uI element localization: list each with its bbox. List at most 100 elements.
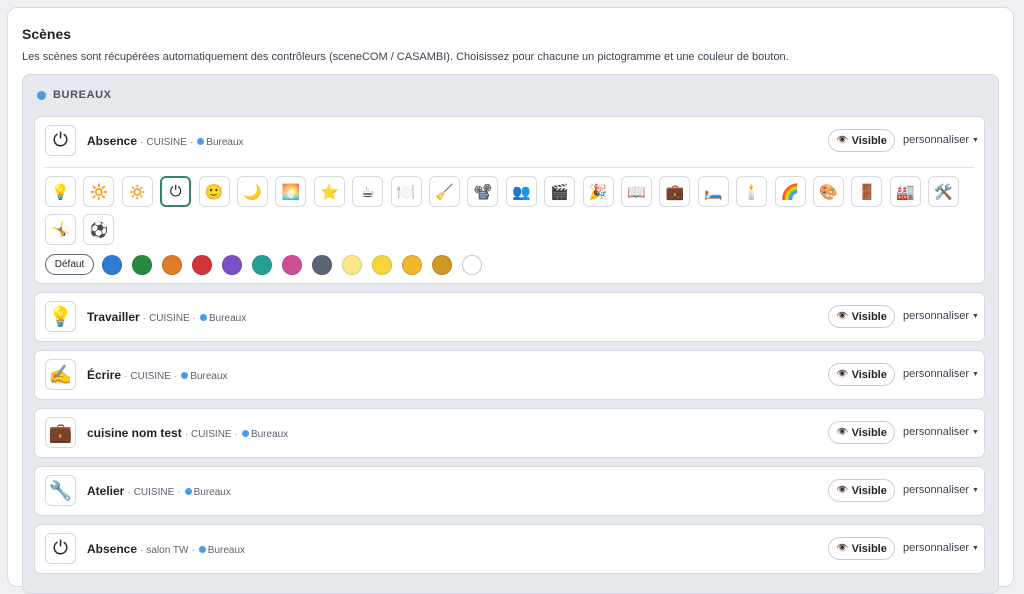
color-swatch-gold[interactable] xyxy=(432,255,452,275)
rainbow-icon[interactable]: 🌈 xyxy=(774,176,806,207)
visible-toggle-button[interactable]: 👁️ Visible xyxy=(828,421,895,444)
scene-info: cuisine nom test · CUISINE · Bureaux xyxy=(87,426,288,440)
scene-room: CUISINE xyxy=(149,313,190,324)
power-icon[interactable]: ⏻ xyxy=(160,176,192,207)
separator: · xyxy=(234,429,238,440)
visible-label: Visible xyxy=(851,310,887,323)
customize-dropdown[interactable]: personnaliser ▼ xyxy=(903,484,979,496)
visible-toggle-button[interactable]: 👁️ Visible xyxy=(828,129,895,152)
door-icon[interactable]: 🚪 xyxy=(851,176,883,207)
people-icon[interactable]: 👥 xyxy=(505,176,537,207)
sun-icon[interactable]: 🔆 xyxy=(83,176,115,207)
color-swatch-pale-yellow[interactable] xyxy=(342,255,362,275)
customize-dropdown[interactable]: personnaliser ▼ xyxy=(903,368,979,380)
eye-icon: 👁️ xyxy=(836,135,849,146)
color-swatch-yellow[interactable] xyxy=(372,255,392,275)
briefcase-icon[interactable]: 💼 xyxy=(45,417,76,448)
briefcase-icon[interactable]: 💼 xyxy=(659,176,691,207)
visible-label: Visible xyxy=(851,426,887,439)
wrench-icon[interactable]: 🔧 xyxy=(45,475,76,506)
visible-toggle-button[interactable]: 👁️ Visible xyxy=(828,363,895,386)
moon-icon[interactable]: 🌙 xyxy=(237,176,268,207)
chevron-down-icon: ▼ xyxy=(972,137,979,144)
projector-icon[interactable]: 📽️ xyxy=(467,176,499,207)
separator: · xyxy=(177,487,181,498)
customize-dropdown[interactable]: personnaliser ▼ xyxy=(903,310,979,322)
scene-name: Absence xyxy=(87,134,138,148)
broom-icon[interactable]: 🧹 xyxy=(429,176,460,207)
power-icon[interactable]: ⏻ xyxy=(45,533,76,564)
scene-location: Bureaux xyxy=(190,371,228,382)
customize-dropdown[interactable]: personnaliser ▼ xyxy=(903,134,979,146)
color-swatch-red[interactable] xyxy=(192,255,212,275)
location-dot xyxy=(198,546,206,553)
scene-location: Bureaux xyxy=(207,545,246,556)
color-swatch-amber[interactable] xyxy=(402,255,422,275)
scene-location: Bureaux xyxy=(206,137,244,148)
tools-icon[interactable]: 🛠️ xyxy=(928,176,960,207)
scene-name: Écrire xyxy=(87,368,122,382)
color-swatch-slate[interactable] xyxy=(312,255,332,275)
lightbulb-icon[interactable]: 💡 xyxy=(45,301,76,332)
customize-dropdown[interactable]: personnaliser ▼ xyxy=(903,542,979,554)
smiley-icon[interactable]: 🙂 xyxy=(198,176,230,207)
location-dot xyxy=(197,138,205,145)
scene-row[interactable]: 💡 Travailler · CUISINE · Bureaux 👁️ Visible pers… xyxy=(35,293,984,341)
color-swatch-white[interactable] xyxy=(462,255,482,275)
plate-icon[interactable]: 🍽️ xyxy=(390,176,422,207)
dancer-icon[interactable]: 🤸 xyxy=(45,214,76,245)
separator: · xyxy=(140,137,144,148)
scene-info: Absence · salon TW · Bureaux xyxy=(87,542,245,556)
coffee-icon[interactable]: ☕ xyxy=(352,176,384,207)
separator: · xyxy=(189,137,194,148)
group-bureaux: BUREAUX ⏻ Absence · CUISINE · Bureaux 👁️ Visibl… xyxy=(22,74,999,594)
dim-sun-icon[interactable]: 🔅 xyxy=(121,176,153,207)
visible-toggle-button[interactable]: 👁️ Visible xyxy=(828,305,895,328)
visible-toggle-button[interactable]: 👁️ Visible xyxy=(828,537,895,560)
color-swatch-teal[interactable] xyxy=(252,255,272,275)
color-swatch-blue[interactable] xyxy=(102,255,122,275)
customize-dropdown[interactable]: personnaliser ▼ xyxy=(903,426,979,438)
candle-icon[interactable]: 🕯️ xyxy=(736,176,768,207)
color-swatch-green[interactable] xyxy=(132,255,152,275)
location-dot xyxy=(184,488,192,495)
scene-row[interactable]: ⏻ Absence · salon TW · Bureaux 👁️ Visible person… xyxy=(35,525,984,573)
visible-toggle-button[interactable]: 👁️ Visible xyxy=(828,479,895,502)
scene-location: Bureaux xyxy=(193,487,231,498)
book-icon[interactable]: 📖 xyxy=(621,176,652,207)
color-swatch-pink[interactable] xyxy=(282,255,302,275)
bed-icon[interactable]: 🛏️ xyxy=(697,176,729,207)
separator: · xyxy=(192,313,196,324)
eye-icon: 👁️ xyxy=(836,311,849,322)
scene-room: CUISINE xyxy=(133,487,175,498)
color-swatch-purple[interactable] xyxy=(222,255,242,275)
factory-icon[interactable]: 🏭 xyxy=(889,176,921,207)
palette-icon[interactable]: 🎨 xyxy=(813,176,844,207)
scene-info: Écrire · CUISINE · Bureaux xyxy=(87,368,228,382)
customize-label: personnaliser xyxy=(903,134,970,146)
scene-row[interactable]: ⏻ Absence · CUISINE · Bureaux 👁️ Visible personn… xyxy=(35,117,984,165)
scene-row[interactable]: 💼 cuisine nom test · CUISINE · Bureaux 👁️ Visib… xyxy=(35,409,984,457)
page-description: Les scènes sont récupérées automatiqueme… xyxy=(22,51,789,63)
writing-hand-icon[interactable]: ✍️ xyxy=(45,359,76,390)
visible-label: Visible xyxy=(851,134,887,147)
power-icon[interactable]: ⏻ xyxy=(45,125,76,156)
eye-icon: 👁️ xyxy=(836,485,849,496)
scene-row[interactable]: ✍️ Écrire · CUISINE · Bureaux 👁️ Visible personn… xyxy=(35,351,984,399)
scene-room: salon TW xyxy=(146,545,189,556)
clapper-icon[interactable]: 🎬 xyxy=(544,176,576,207)
scene-row[interactable]: 🔧 Atelier · CUISINE · Bureaux 👁️ Visible personn… xyxy=(35,467,984,515)
party-icon[interactable]: 🎉 xyxy=(582,176,614,207)
scene-name: cuisine nom test xyxy=(87,426,182,440)
separator: · xyxy=(127,487,131,498)
location-dot xyxy=(241,430,249,437)
scene-name: Travailler xyxy=(87,310,140,324)
soccer-ball-icon[interactable]: ⚽ xyxy=(83,214,115,245)
lightbulb-icon[interactable]: 💡 xyxy=(45,176,76,207)
separator: · xyxy=(184,429,189,440)
default-color-button[interactable]: Défaut xyxy=(45,254,94,275)
star-icon[interactable]: ⭐ xyxy=(313,176,345,207)
color-swatch-orange[interactable] xyxy=(162,255,182,275)
sunset-icon[interactable]: 🌅 xyxy=(275,176,307,207)
scene-info: Absence · CUISINE · Bureaux xyxy=(87,134,244,148)
